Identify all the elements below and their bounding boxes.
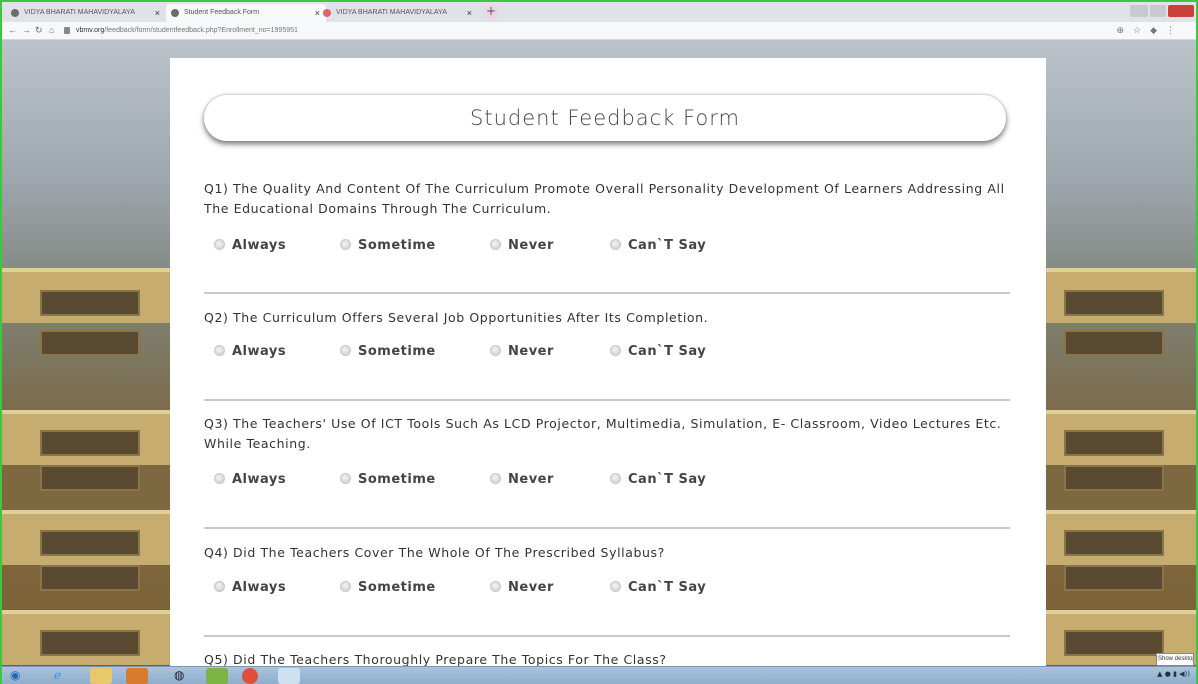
- question-4: Q4) Did The Teachers Cover The Whole Of …: [204, 545, 665, 560]
- radio-button[interactable]: [610, 581, 621, 592]
- radio-button[interactable]: [340, 239, 351, 250]
- tab-label: VIDYA BHARATI MAHAVIDYALAYA: [24, 9, 135, 16]
- option-never[interactable]: Never: [490, 344, 554, 359]
- home-icon[interactable]: ⌂: [49, 25, 54, 35]
- option-never[interactable]: Never: [490, 472, 554, 487]
- option-cant-say[interactable]: Can`T Say: [610, 580, 706, 595]
- zoom-icon[interactable]: ⊕: [1116, 25, 1133, 35]
- tab-strip: VIDYA BHARATI MAHAVIDYALAYA × Student Fe…: [2, 2, 1196, 22]
- option-cant-say[interactable]: Can`T Say: [610, 238, 706, 253]
- tab-label: VIDYA BHARATI MAHAVIDYALAYA: [336, 9, 447, 16]
- option-always[interactable]: Always: [214, 580, 286, 595]
- browser-tab-3[interactable]: VIDYA BHARATI MAHAVIDYALAYA ×: [318, 4, 478, 22]
- question-4-options: Always Sometime Never Can`T Say: [214, 580, 914, 600]
- radio-button[interactable]: [490, 345, 501, 356]
- url-field[interactable]: vbmv.org/feedback/form/studentfeedback.p…: [76, 27, 298, 34]
- radio-button[interactable]: [214, 239, 225, 250]
- radio-button[interactable]: [490, 239, 501, 250]
- question-2-options: Always Sometime Never Can`T Say: [214, 344, 914, 364]
- url-host: vbmv.org: [76, 27, 105, 34]
- chrome-icon[interactable]: [242, 668, 258, 684]
- start-button-icon[interactable]: ◉: [10, 667, 20, 684]
- site-favicon-icon: [171, 9, 179, 17]
- radio-button[interactable]: [214, 581, 225, 592]
- address-bar: ← → ↻ ⌂ vbmv.org/feedback/form/studentfe…: [2, 22, 1196, 40]
- site-favicon-icon: [11, 9, 19, 17]
- option-always[interactable]: Always: [214, 472, 286, 487]
- option-always[interactable]: Always: [214, 344, 286, 359]
- radio-button[interactable]: [490, 473, 501, 484]
- new-tab-button[interactable]: +: [484, 5, 498, 19]
- background-building-left: [2, 40, 170, 666]
- question-separator: [204, 635, 1010, 637]
- forward-arrow-icon[interactable]: →: [22, 25, 31, 35]
- browser-tab-1[interactable]: VIDYA BHARATI MAHAVIDYALAYA ×: [6, 4, 166, 22]
- taskbar: ◉ ℯ ◍ ▲ ● ▮ ◀)): [2, 666, 1196, 684]
- page-viewport: Student Feedback Form Q1) The Quality An…: [2, 40, 1196, 666]
- close-window-button[interactable]: [1168, 5, 1194, 17]
- question-1-options: Always Sometime Never Can`T Say: [214, 238, 914, 258]
- radio-button[interactable]: [490, 581, 501, 592]
- site-favicon-icon: [323, 9, 331, 17]
- close-tab-icon[interactable]: ×: [467, 8, 472, 18]
- system-tray: ▲ ● ▮ ◀)): [1157, 670, 1190, 678]
- url-path: /feedback/form/studentfeedback.php?Enrol…: [104, 27, 298, 34]
- question-5: Q5) Did The Teachers Thoroughly Prepare …: [204, 652, 667, 666]
- calculator-icon[interactable]: [278, 668, 300, 684]
- menu-icon[interactable]: ⋮: [1166, 25, 1184, 35]
- question-separator: [204, 527, 1010, 529]
- question-1: Q1) The Quality And Content Of The Curri…: [204, 181, 1005, 216]
- question-2: Q2) The Curriculum Offers Several Job Op…: [204, 310, 709, 325]
- file-explorer-icon[interactable]: [90, 668, 112, 684]
- background-building-right: [1046, 40, 1196, 666]
- toolbar-icons: ⊕☆◆⋮: [1116, 25, 1184, 36]
- question-separator: [204, 292, 1010, 294]
- question-3: Q3) The Teachers' Use Of ICT Tools Such …: [204, 416, 1002, 451]
- option-cant-say[interactable]: Can`T Say: [610, 472, 706, 487]
- feedback-form-panel: Student Feedback Form Q1) The Quality An…: [170, 58, 1046, 666]
- option-always[interactable]: Always: [214, 238, 286, 253]
- option-sometime[interactable]: Sometime: [340, 344, 436, 359]
- extension-icon[interactable]: ◆: [1150, 25, 1166, 35]
- option-sometime[interactable]: Sometime: [340, 238, 436, 253]
- form-title: Student Feedback Form: [204, 95, 1006, 141]
- radio-button[interactable]: [214, 473, 225, 484]
- radio-button[interactable]: [340, 581, 351, 592]
- radio-button[interactable]: [610, 345, 621, 356]
- paint-icon[interactable]: [206, 668, 228, 684]
- minimize-button[interactable]: [1130, 5, 1148, 17]
- option-sometime[interactable]: Sometime: [340, 580, 436, 595]
- option-never[interactable]: Never: [490, 238, 554, 253]
- option-cant-say[interactable]: Can`T Say: [610, 344, 706, 359]
- option-never[interactable]: Never: [490, 580, 554, 595]
- radio-button[interactable]: [214, 345, 225, 356]
- tab-label: Student Feedback Form: [184, 9, 260, 16]
- reload-icon[interactable]: ↻: [35, 25, 43, 36]
- question-separator: [204, 399, 1010, 401]
- bookmark-star-icon[interactable]: ☆: [1133, 25, 1150, 35]
- radio-button[interactable]: [340, 473, 351, 484]
- close-tab-icon[interactable]: ×: [155, 8, 160, 18]
- question-3-options: Always Sometime Never Can`T Say: [214, 472, 914, 492]
- internet-explorer-icon[interactable]: ℯ: [54, 667, 61, 684]
- option-sometime[interactable]: Sometime: [340, 472, 436, 487]
- media-player-icon[interactable]: [126, 668, 148, 684]
- radio-button[interactable]: [340, 345, 351, 356]
- radio-button[interactable]: [610, 473, 621, 484]
- app-icon[interactable]: ◍: [174, 667, 184, 684]
- maximize-button[interactable]: [1150, 5, 1166, 17]
- back-arrow-icon[interactable]: ←: [8, 25, 17, 35]
- show-desktop-tooltip: Show desktop: [1156, 653, 1194, 666]
- lock-icon: [64, 27, 70, 34]
- radio-button[interactable]: [610, 239, 621, 250]
- browser-tab-2[interactable]: Student Feedback Form ×: [166, 4, 326, 22]
